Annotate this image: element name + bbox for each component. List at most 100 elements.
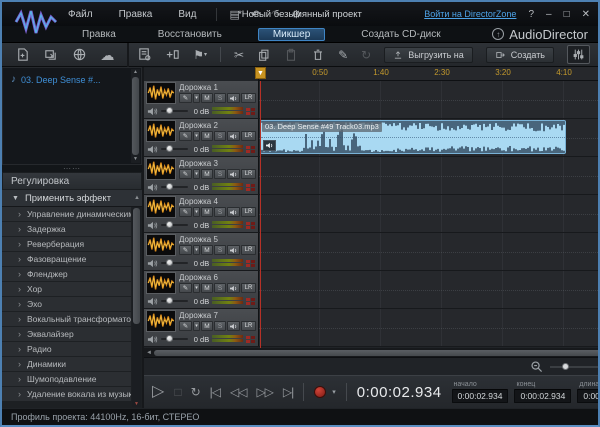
mute-button[interactable]: M — [201, 169, 213, 179]
copy-icon[interactable] — [257, 48, 271, 62]
volume-knob[interactable] — [166, 297, 173, 304]
effects-scrollbar[interactable]: ▼ — [132, 207, 141, 407]
mode-tab[interactable]: Восстановить — [152, 28, 228, 41]
maximize-button[interactable]: □ — [564, 9, 570, 20]
fade-tool-button[interactable]: ✎ — [179, 131, 192, 141]
volume-knob[interactable] — [166, 259, 173, 266]
solo-button[interactable]: S — [214, 283, 226, 293]
upload-to-button[interactable]: Выгрузить на — [384, 46, 473, 63]
scroll-up-icon[interactable]: ▲ — [134, 195, 140, 201]
scrollbar-thumb[interactable] — [132, 77, 139, 155]
speaker-button[interactable] — [227, 169, 240, 179]
track-lane[interactable] — [259, 195, 598, 232]
fade-dropdown-button[interactable]: ▾ — [193, 207, 200, 217]
zoom-out-icon[interactable] — [530, 360, 543, 373]
cloud-icon[interactable]: ☁ — [100, 48, 114, 62]
paste-icon[interactable] — [284, 48, 298, 62]
pan-button[interactable]: LR — [241, 321, 256, 331]
speaker-button[interactable] — [227, 283, 240, 293]
fade-dropdown-button[interactable]: ▾ — [193, 245, 200, 255]
draw-icon[interactable]: ✎ — [338, 49, 348, 61]
playhead-line[interactable] — [260, 81, 261, 348]
pan-button[interactable]: LR — [241, 283, 256, 293]
track-header[interactable]: Дорожка 4 ✎ ▾ M S LR 0 dB — [144, 195, 259, 232]
volume-knob[interactable] — [166, 335, 173, 342]
track-header[interactable]: Дорожка 1 ✎ ▾ M S LR 0 dB — [144, 81, 259, 118]
panel-splitter[interactable]: ⋯⋯ — [2, 164, 142, 173]
marker-icon[interactable]: ⚑ ▾ — [193, 49, 207, 61]
fade-dropdown-button[interactable]: ▾ — [193, 93, 200, 103]
effect-item[interactable]: › Задержка — [2, 222, 131, 237]
zoom-slider[interactable] — [550, 362, 598, 370]
delete-icon[interactable] — [311, 48, 325, 62]
solo-button[interactable]: S — [214, 169, 226, 179]
mixer-panel-toggle[interactable] — [567, 45, 590, 64]
loop-button[interactable]: ↻ — [191, 386, 201, 398]
insert-to-track-icon[interactable] — [165, 47, 180, 62]
pan-button[interactable]: LR — [241, 207, 256, 217]
effect-item[interactable]: › Радио — [2, 342, 131, 357]
track-lane[interactable]: 03. Deep Sense #49 Track03.mp3 — [259, 119, 598, 156]
volume-knob[interactable] — [166, 183, 173, 190]
import-folder-icon[interactable] — [43, 47, 58, 62]
properties-icon[interactable] — [137, 47, 152, 62]
mute-button[interactable]: M — [201, 283, 213, 293]
fade-tool-button[interactable]: ✎ — [179, 207, 192, 217]
cut-icon[interactable]: ✂ — [234, 49, 244, 61]
scroll-down-icon[interactable]: ▼ — [134, 401, 139, 407]
timeline-horizontal-scrollbar[interactable]: ◄ ► — [144, 348, 598, 357]
library-item[interactable]: ♪ 03. Deep Sense #... — [3, 68, 141, 87]
go-to-start-button[interactable]: |◁ — [210, 386, 221, 398]
track-lane[interactable] — [259, 157, 598, 194]
apply-effect-group[interactable]: ▼ Применить эффект ▲ — [2, 190, 142, 207]
track-lane[interactable] — [259, 271, 598, 308]
track-lane[interactable] — [259, 81, 598, 118]
track-header[interactable]: Дорожка 7 ✎ ▾ M S LR 0 dB — [144, 309, 259, 346]
scrollbar-thumb[interactable] — [153, 349, 598, 356]
help-button[interactable]: ? — [528, 9, 534, 20]
fade-tool-button[interactable]: ✎ — [179, 321, 192, 331]
volume-slider[interactable] — [161, 335, 189, 342]
clip-speaker-icon[interactable] — [263, 140, 276, 151]
menu-item[interactable]: Вид — [176, 7, 198, 22]
rewind-button[interactable]: ◁◁ — [230, 386, 247, 398]
pan-button[interactable]: LR — [241, 169, 256, 179]
effect-item[interactable]: › Удаление вокала из музыки — [2, 387, 131, 402]
fade-dropdown-button[interactable]: ▾ — [193, 131, 200, 141]
fade-dropdown-button[interactable]: ▾ — [193, 169, 200, 179]
mute-button[interactable]: M — [201, 131, 213, 141]
volume-slider[interactable] — [161, 259, 189, 266]
effect-item[interactable]: › Реверберация — [2, 237, 131, 252]
mode-tab[interactable]: Создать CD-диск — [355, 28, 446, 41]
volume-slider[interactable] — [161, 183, 189, 190]
close-button[interactable]: ✕ — [582, 9, 590, 20]
pan-button[interactable]: LR — [241, 93, 256, 103]
record-button[interactable] — [314, 386, 327, 398]
fade-tool-button[interactable]: ✎ — [179, 245, 192, 255]
go-to-end-button[interactable]: ▷| — [283, 386, 294, 398]
track-lane[interactable] — [259, 233, 598, 270]
solo-button[interactable]: S — [214, 321, 226, 331]
scroll-up-icon[interactable]: ▲ — [133, 69, 138, 76]
transfer-icon[interactable]: ↻ — [361, 49, 371, 61]
track-header[interactable]: Дорожка 2 ✎ ▾ M S LR 0 dB — [144, 119, 259, 156]
solo-button[interactable]: S — [214, 131, 226, 141]
play-button[interactable]: ▷ — [152, 384, 164, 400]
record-dropdown-icon[interactable]: ▾ — [332, 388, 336, 396]
ruler-scale[interactable]: ▼ 0:50 1:40 2:30 3:20 4:10 — [255, 67, 598, 81]
track-header[interactable]: Дорожка 3 ✎ ▾ M S LR 0 dB — [144, 157, 259, 194]
fade-dropdown-button[interactable]: ▾ — [193, 283, 200, 293]
minimize-button[interactable]: – — [546, 9, 552, 20]
playhead-marker[interactable]: ▼ — [255, 67, 266, 79]
fade-dropdown-button[interactable]: ▾ — [193, 321, 200, 331]
effect-item[interactable]: › Вокальный трансформатор — [2, 312, 131, 327]
effect-item[interactable]: › Фазовращение — [2, 252, 131, 267]
effect-item[interactable]: › Фленджер — [2, 267, 131, 282]
produce-button[interactable]: Создать — [485, 46, 554, 63]
effect-item[interactable]: › Хор — [2, 282, 131, 297]
speaker-button[interactable] — [227, 207, 240, 217]
fade-tool-button[interactable]: ✎ — [179, 283, 192, 293]
fade-tool-button[interactable]: ✎ — [179, 93, 192, 103]
effect-item[interactable]: › Эхо — [2, 297, 131, 312]
volume-knob[interactable] — [166, 221, 173, 228]
